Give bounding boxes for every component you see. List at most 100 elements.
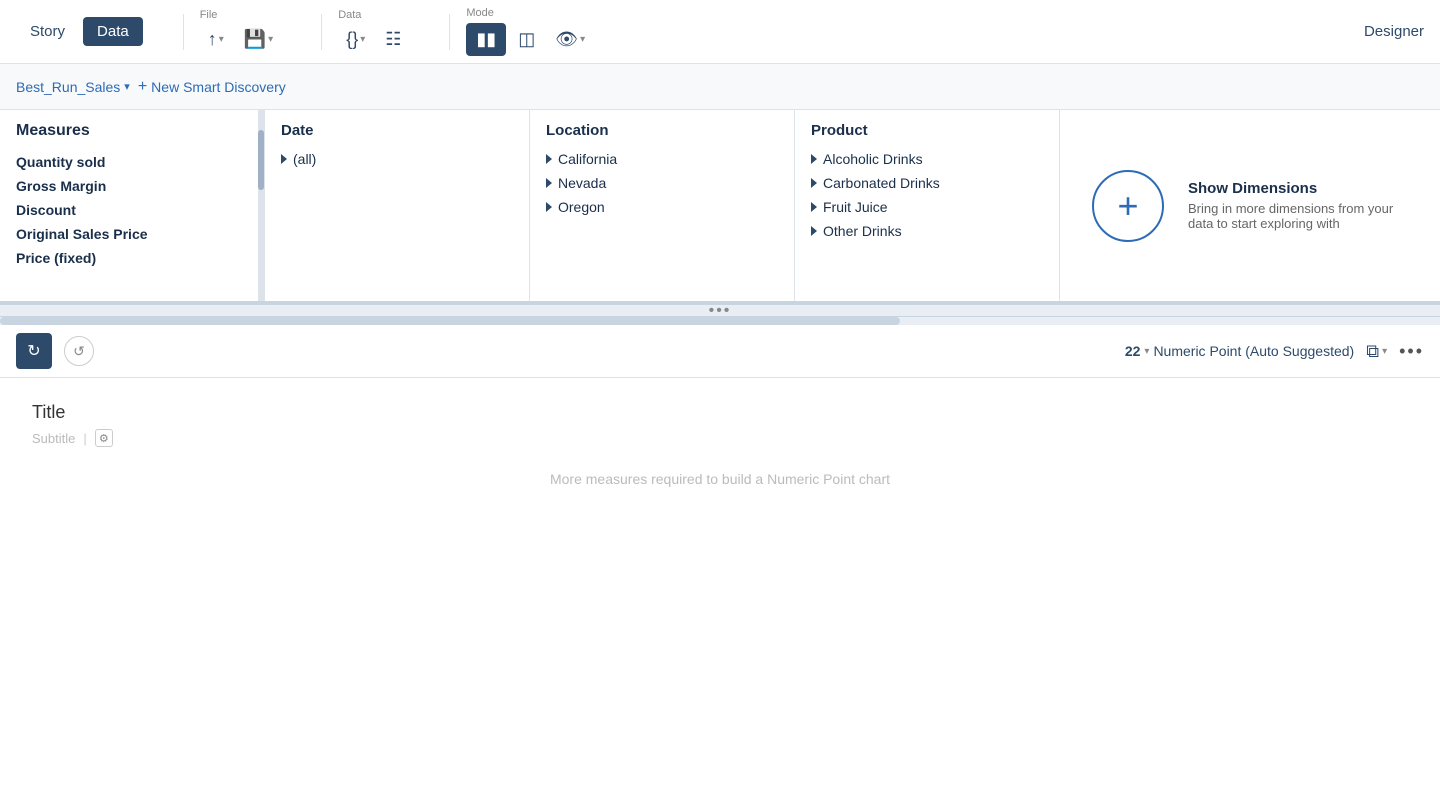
chart-empty-message: More measures required to build a Numeri… [32, 471, 1408, 547]
chart-type-selector[interactable]: 22 ▾ Numeric Point (Auto Suggested) [1125, 343, 1354, 359]
location-list: California Nevada Oregon [546, 147, 778, 219]
list-item[interactable]: Discount [16, 198, 248, 222]
list-item[interactable]: California [546, 147, 778, 171]
divider-1 [183, 14, 184, 50]
chevron-right-icon [811, 178, 817, 188]
mode-preview-btn[interactable]: 👁 ▾ [547, 25, 593, 54]
data-table-btn[interactable]: ☷ [377, 25, 409, 54]
toolbar-file-section: File ↑ ▾ 💾 ▾ [200, 9, 281, 54]
chart-title: Title [32, 402, 1408, 423]
date-all-label: (all) [293, 151, 316, 167]
subtitle-settings-button[interactable]: ⚙ [95, 429, 113, 447]
list-item[interactable]: Price (fixed) [16, 246, 248, 270]
list-item[interactable]: Oregon [546, 195, 778, 219]
show-dims-heading: Show Dimensions [1188, 180, 1408, 197]
location-heading: Location [546, 122, 778, 139]
list-item[interactable]: Alcoholic Drinks [811, 147, 1043, 171]
tab-story[interactable]: Story [16, 17, 79, 46]
second-bar: Best_Run_Sales ▾ + New Smart Discovery [0, 64, 1440, 110]
chevron-right-icon [811, 154, 817, 164]
location-item-2: Oregon [558, 199, 605, 215]
location-item-0: California [558, 151, 617, 167]
chart-subtitle: Subtitle [32, 431, 75, 446]
save-icon: 💾 [244, 29, 266, 50]
data-code-btn[interactable]: {} ▾ [338, 25, 373, 54]
chart-undo-button[interactable]: ↺ [64, 336, 94, 366]
undo-caret: ▾ [219, 34, 224, 45]
toolbar-data-label: Data [338, 9, 361, 21]
product-item-3: Other Drinks [823, 223, 902, 239]
chart-content: Title Subtitle | ⚙ More measures require… [0, 378, 1440, 571]
show-dimensions-panel: + Show Dimensions Bring in more dimensio… [1060, 110, 1440, 301]
top-bar: Story Data File ↑ ▾ 💾 ▾ Data {} ▾ ☷ [0, 0, 1440, 64]
location-dimension-panel: Location California Nevada Oregon [530, 110, 795, 301]
toolbar-file-icons: ↑ ▾ 💾 ▾ [200, 25, 281, 54]
list-item[interactable]: Nevada [546, 171, 778, 195]
refresh-button[interactable]: ↻ [16, 333, 52, 369]
undo-icon: ↑ [208, 29, 217, 50]
tab-data[interactable]: Data [83, 17, 143, 46]
resize-dots-icon: ••• [709, 302, 732, 320]
tab-group: Story Data [16, 17, 143, 46]
top-bar-right: Designer [1364, 23, 1424, 40]
chevron-right-icon [811, 226, 817, 236]
eye-icon: 👁 [555, 29, 578, 50]
chevron-right-icon [546, 154, 552, 164]
code-caret: ▾ [360, 34, 365, 45]
empty-message-text: More measures required to build a Numeri… [550, 471, 890, 487]
list-item[interactable]: (all) [281, 147, 513, 171]
chevron-right-icon [546, 178, 552, 188]
measures-scrollbar[interactable] [258, 110, 264, 301]
list-item[interactable]: Other Drinks [811, 219, 1043, 243]
divider-2 [321, 14, 322, 50]
chevron-right-icon [281, 154, 287, 164]
chart-type-caret: ▾ [1144, 346, 1149, 357]
toolbar-data-icons: {} ▾ ☷ [338, 25, 409, 54]
product-item-2: Fruit Juice [823, 199, 888, 215]
new-smart-discovery-button[interactable]: + New Smart Discovery [138, 78, 286, 96]
toolbar-data-section: Data {} ▾ ☷ [338, 9, 409, 54]
mode-grid-btn[interactable]: ◫ [510, 25, 543, 54]
copy-icon: ⧉ [1366, 341, 1379, 362]
toolbar-mode-label: Mode [466, 7, 494, 19]
date-list: (all) [281, 147, 513, 171]
measures-heading: Measures [16, 122, 248, 140]
toolbar-mode-icons: ▮▮ ◫ 👁 ▾ [466, 23, 593, 56]
chevron-right-icon [811, 202, 817, 212]
date-dimension-panel: Date (all) [265, 110, 530, 301]
chart-subtitle-row: Subtitle | ⚙ [32, 429, 1408, 447]
table-icon: ☷ [385, 29, 401, 50]
designer-button[interactable]: Designer [1364, 23, 1424, 40]
dataset-selector[interactable]: Best_Run_Sales ▾ [16, 79, 130, 95]
save-toolbar-btn[interactable]: 💾 ▾ [236, 25, 281, 54]
dataset-caret: ▾ [124, 80, 130, 93]
divider-3 [449, 14, 450, 50]
preview-caret: ▾ [580, 34, 585, 45]
list-item[interactable]: Original Sales Price [16, 222, 248, 246]
undo-toolbar-btn[interactable]: ↑ ▾ [200, 25, 232, 54]
copy-caret: ▾ [1382, 346, 1387, 357]
new-discovery-label: New Smart Discovery [151, 79, 286, 95]
mode-chart-btn[interactable]: ▮▮ [466, 23, 506, 56]
refresh-icon: ↻ [27, 341, 40, 361]
resize-handle[interactable]: ••• [0, 305, 1440, 317]
dataset-name: Best_Run_Sales [16, 79, 120, 95]
list-item[interactable]: Fruit Juice [811, 195, 1043, 219]
add-dimensions-button[interactable]: + [1092, 170, 1164, 242]
chart-type-number: 22 [1125, 343, 1141, 359]
list-item[interactable]: Gross Margin [16, 174, 248, 198]
chart-icon: ▮▮ [476, 29, 496, 50]
product-item-1: Carbonated Drinks [823, 175, 940, 191]
gear-icon: ⚙ [99, 432, 109, 445]
copy-button[interactable]: ⧉ ▾ [1366, 341, 1387, 362]
show-dims-description: Bring in more dimensions from your data … [1188, 201, 1408, 231]
measures-panel: Measures Quantity sold Gross Margin Disc… [0, 110, 265, 301]
toolbar-file-label: File [200, 9, 218, 21]
list-item[interactable]: Quantity sold [16, 150, 248, 174]
grid-icon: ◫ [518, 29, 535, 50]
product-list: Alcoholic Drinks Carbonated Drinks Fruit… [811, 147, 1043, 243]
list-item[interactable]: Carbonated Drinks [811, 171, 1043, 195]
more-options-button[interactable]: ••• [1399, 341, 1424, 362]
horizontal-scrollbar-thumb [0, 317, 900, 325]
dimensions-area: Measures Quantity sold Gross Margin Disc… [0, 110, 1440, 305]
